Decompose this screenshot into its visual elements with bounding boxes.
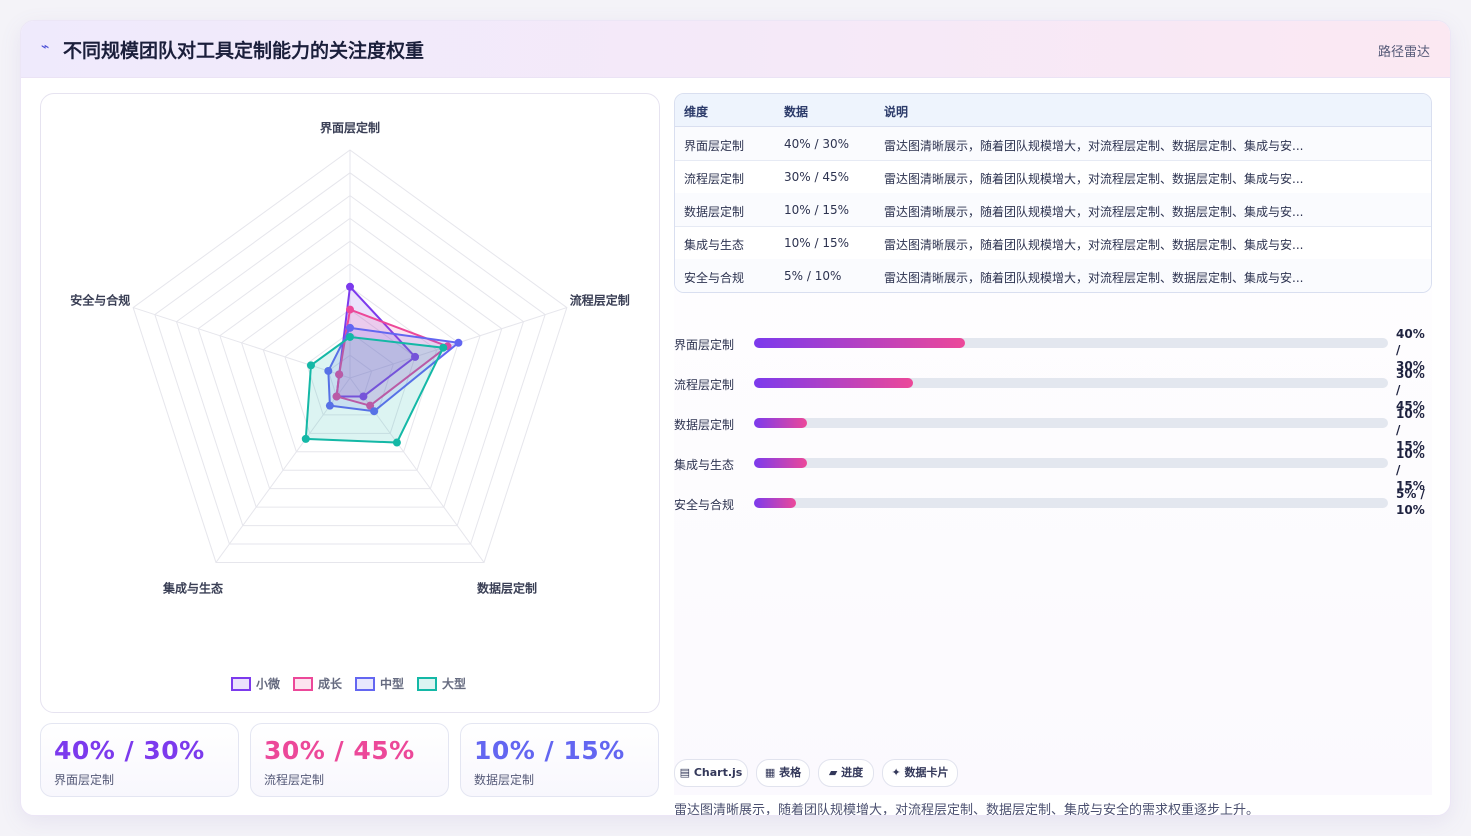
table-cell: 10% / 15% <box>784 203 850 217</box>
data-point <box>306 361 315 370</box>
column-header: 数据 <box>784 105 809 119</box>
table-cell: 雷达图清晰展示，随着团队规模增大，对流程层定制、数据层定制、集成与安... <box>884 271 1304 285</box>
table-cell: 30% / 45% <box>784 170 850 184</box>
data-point <box>392 438 401 447</box>
legend-swatch <box>231 677 251 691</box>
table-cell: 雷达图清晰展示，随着团队规模增大，对流程层定制、数据层定制、集成与安... <box>884 205 1304 219</box>
stat-card: 40% / 30% 界面层定制 <box>40 723 239 797</box>
progress-label: 界面层定制 <box>674 338 735 352</box>
table-cell: 雷达图清晰展示，随着团队规模增大，对流程层定制、数据层定制、集成与安... <box>884 139 1304 153</box>
axis-label: 界面层定制 <box>320 120 380 135</box>
stat-label: 流程层定制 <box>264 773 325 787</box>
stat-value: 10% / 15% <box>474 736 625 765</box>
column-header: 维度 <box>684 105 709 119</box>
table-cell: 流程层定制 <box>684 172 745 186</box>
radar-chart: 界面层定制流程层定制数据层定制 集成与生态 安全与合规小微 成长 中型 大型 <box>70 120 630 691</box>
page-title: 不同规模团队对工具定制能力的关注度权重 <box>63 40 425 62</box>
chip-data-card[interactable]: ✦ 数据卡片 <box>882 759 958 787</box>
chip-chartjs[interactable]: ▤ Chart.js <box>674 759 748 787</box>
progress-label: 安全与合规 <box>674 498 735 512</box>
legend-label: 小微 <box>256 676 281 691</box>
data-point <box>454 338 463 347</box>
series-area <box>304 335 445 444</box>
table-row: 集成与生态 10% / 15% 雷达图清晰展示，随着团队规模增大，对流程层定制、… <box>675 226 1431 260</box>
progress-row: 数据层定制 10% / 15% <box>674 407 1432 453</box>
table-cell: 雷达图清晰展示，随着团队规模增大，对流程层定制、数据层定制、集成与安... <box>884 172 1304 186</box>
axis-label: 数据层定制 <box>477 580 537 595</box>
data-table: 维度 数据 说明 界面层定制 40% / 30% 雷达图清晰展示，随着团队规模增… <box>674 93 1432 293</box>
progress-fill <box>754 498 797 508</box>
progress-label: 集成与生态 <box>674 458 735 472</box>
trend-icon: ⌁ <box>41 39 50 55</box>
legend-swatch <box>417 677 437 691</box>
table-cell: 界面层定制 <box>684 139 745 153</box>
radar-chart-panel: 界面层定制流程层定制数据层定制 集成与生态 安全与合规小微 成长 中型 大型 <box>40 93 660 713</box>
table-row: 界面层定制 40% / 30% 雷达图清晰展示，随着团队规模增大，对流程层定制、… <box>675 127 1431 161</box>
progress-track <box>754 378 1388 388</box>
stat-card: 10% / 15% 数据层定制 <box>460 723 659 797</box>
legend-swatch <box>355 677 375 691</box>
table-row: 数据层定制 10% / 15% 雷达图清晰展示，随着团队规模增大，对流程层定制、… <box>675 193 1431 227</box>
progress-track <box>754 338 1388 348</box>
right-panel: 维度 数据 说明 界面层定制 40% / 30% 雷达图清晰展示，随着团队规模增… <box>674 93 1432 815</box>
progress-row: 集成与生态 10% / 15% <box>674 447 1432 493</box>
table-cell: 5% / 10% <box>784 269 842 283</box>
legend-swatch <box>293 677 313 691</box>
data-point <box>346 332 354 341</box>
progress-fill <box>754 458 807 468</box>
legend-label: 中型 <box>380 676 404 691</box>
progress-row: 安全与合规 5% / 10% <box>674 487 1432 533</box>
progress-fill <box>754 378 913 388</box>
dashboard-card: ⌁ 不同规模团队对工具定制能力的关注度权重 路径雷达 界面层定制 流程层定制 数据层… <box>20 20 1451 816</box>
progress-fill <box>754 338 966 348</box>
progress-row: 界面层定制 40% / 30% <box>674 327 1432 373</box>
progress-label: 数据层定制 <box>674 418 735 432</box>
table-cell: 40% / 30% <box>784 137 850 151</box>
table-cell: 10% / 15% <box>784 236 850 250</box>
table-header: 维度 数据 说明 <box>675 94 1431 127</box>
chip-table[interactable]: ▦ 表格 <box>756 759 810 787</box>
table-row: 流程层定制 30% / 45% 雷达图清晰展示，随着团队规模增大，对流程层定制、… <box>675 160 1431 194</box>
table-cell: 雷达图清晰展示，随着团队规模增大，对流程层定制、数据层定制、集成与安... <box>884 238 1304 252</box>
chip-progress[interactable]: ▰ 进度 <box>818 759 874 787</box>
header-tag[interactable]: 路径雷达 <box>1378 41 1430 60</box>
column-header: 说明 <box>884 105 909 119</box>
axis-label: 安全与合规 <box>70 293 130 308</box>
axis-label: 流程层定制 <box>570 293 630 308</box>
axis-label: 集成与生态 <box>162 580 223 595</box>
progress-track <box>754 498 1388 508</box>
progress-row: 流程层定制 30% / 45% <box>674 367 1432 413</box>
progress-fill <box>754 418 807 428</box>
stat-value: 40% / 30% <box>54 736 205 765</box>
data-point <box>346 323 354 332</box>
legend-label: 成长 <box>318 676 343 691</box>
chart-note: 雷达图清晰展示，随着团队规模增大，对流程层定制、数据层定制、集成与安全的需求权重… <box>674 803 1260 816</box>
table-cell: 数据层定制 <box>684 205 745 219</box>
progress-track <box>754 418 1388 428</box>
table-cell: 安全与合规 <box>684 271 745 285</box>
table-row: 安全与合规 5% / 10% 雷达图清晰展示，随着团队规模增大，对流程层定制、数… <box>675 259 1431 292</box>
data-point <box>439 343 448 352</box>
stat-label: 界面层定制 <box>54 773 115 787</box>
data-point <box>346 305 354 314</box>
stat-label: 数据层定制 <box>474 773 535 787</box>
data-point <box>346 282 354 291</box>
legend-label: 大型 <box>442 676 466 691</box>
data-point <box>301 434 310 443</box>
progress-label: 流程层定制 <box>674 378 735 392</box>
table-cell: 集成与生态 <box>684 238 745 252</box>
stat-value: 30% / 45% <box>264 736 415 765</box>
header: ⌁ 不同规模团队对工具定制能力的关注度权重 路径雷达 <box>21 21 1450 78</box>
progress-value: 5% / 10% <box>1396 487 1425 517</box>
progress-track <box>754 458 1388 468</box>
stat-card: 30% / 45% 流程层定制 <box>250 723 449 797</box>
